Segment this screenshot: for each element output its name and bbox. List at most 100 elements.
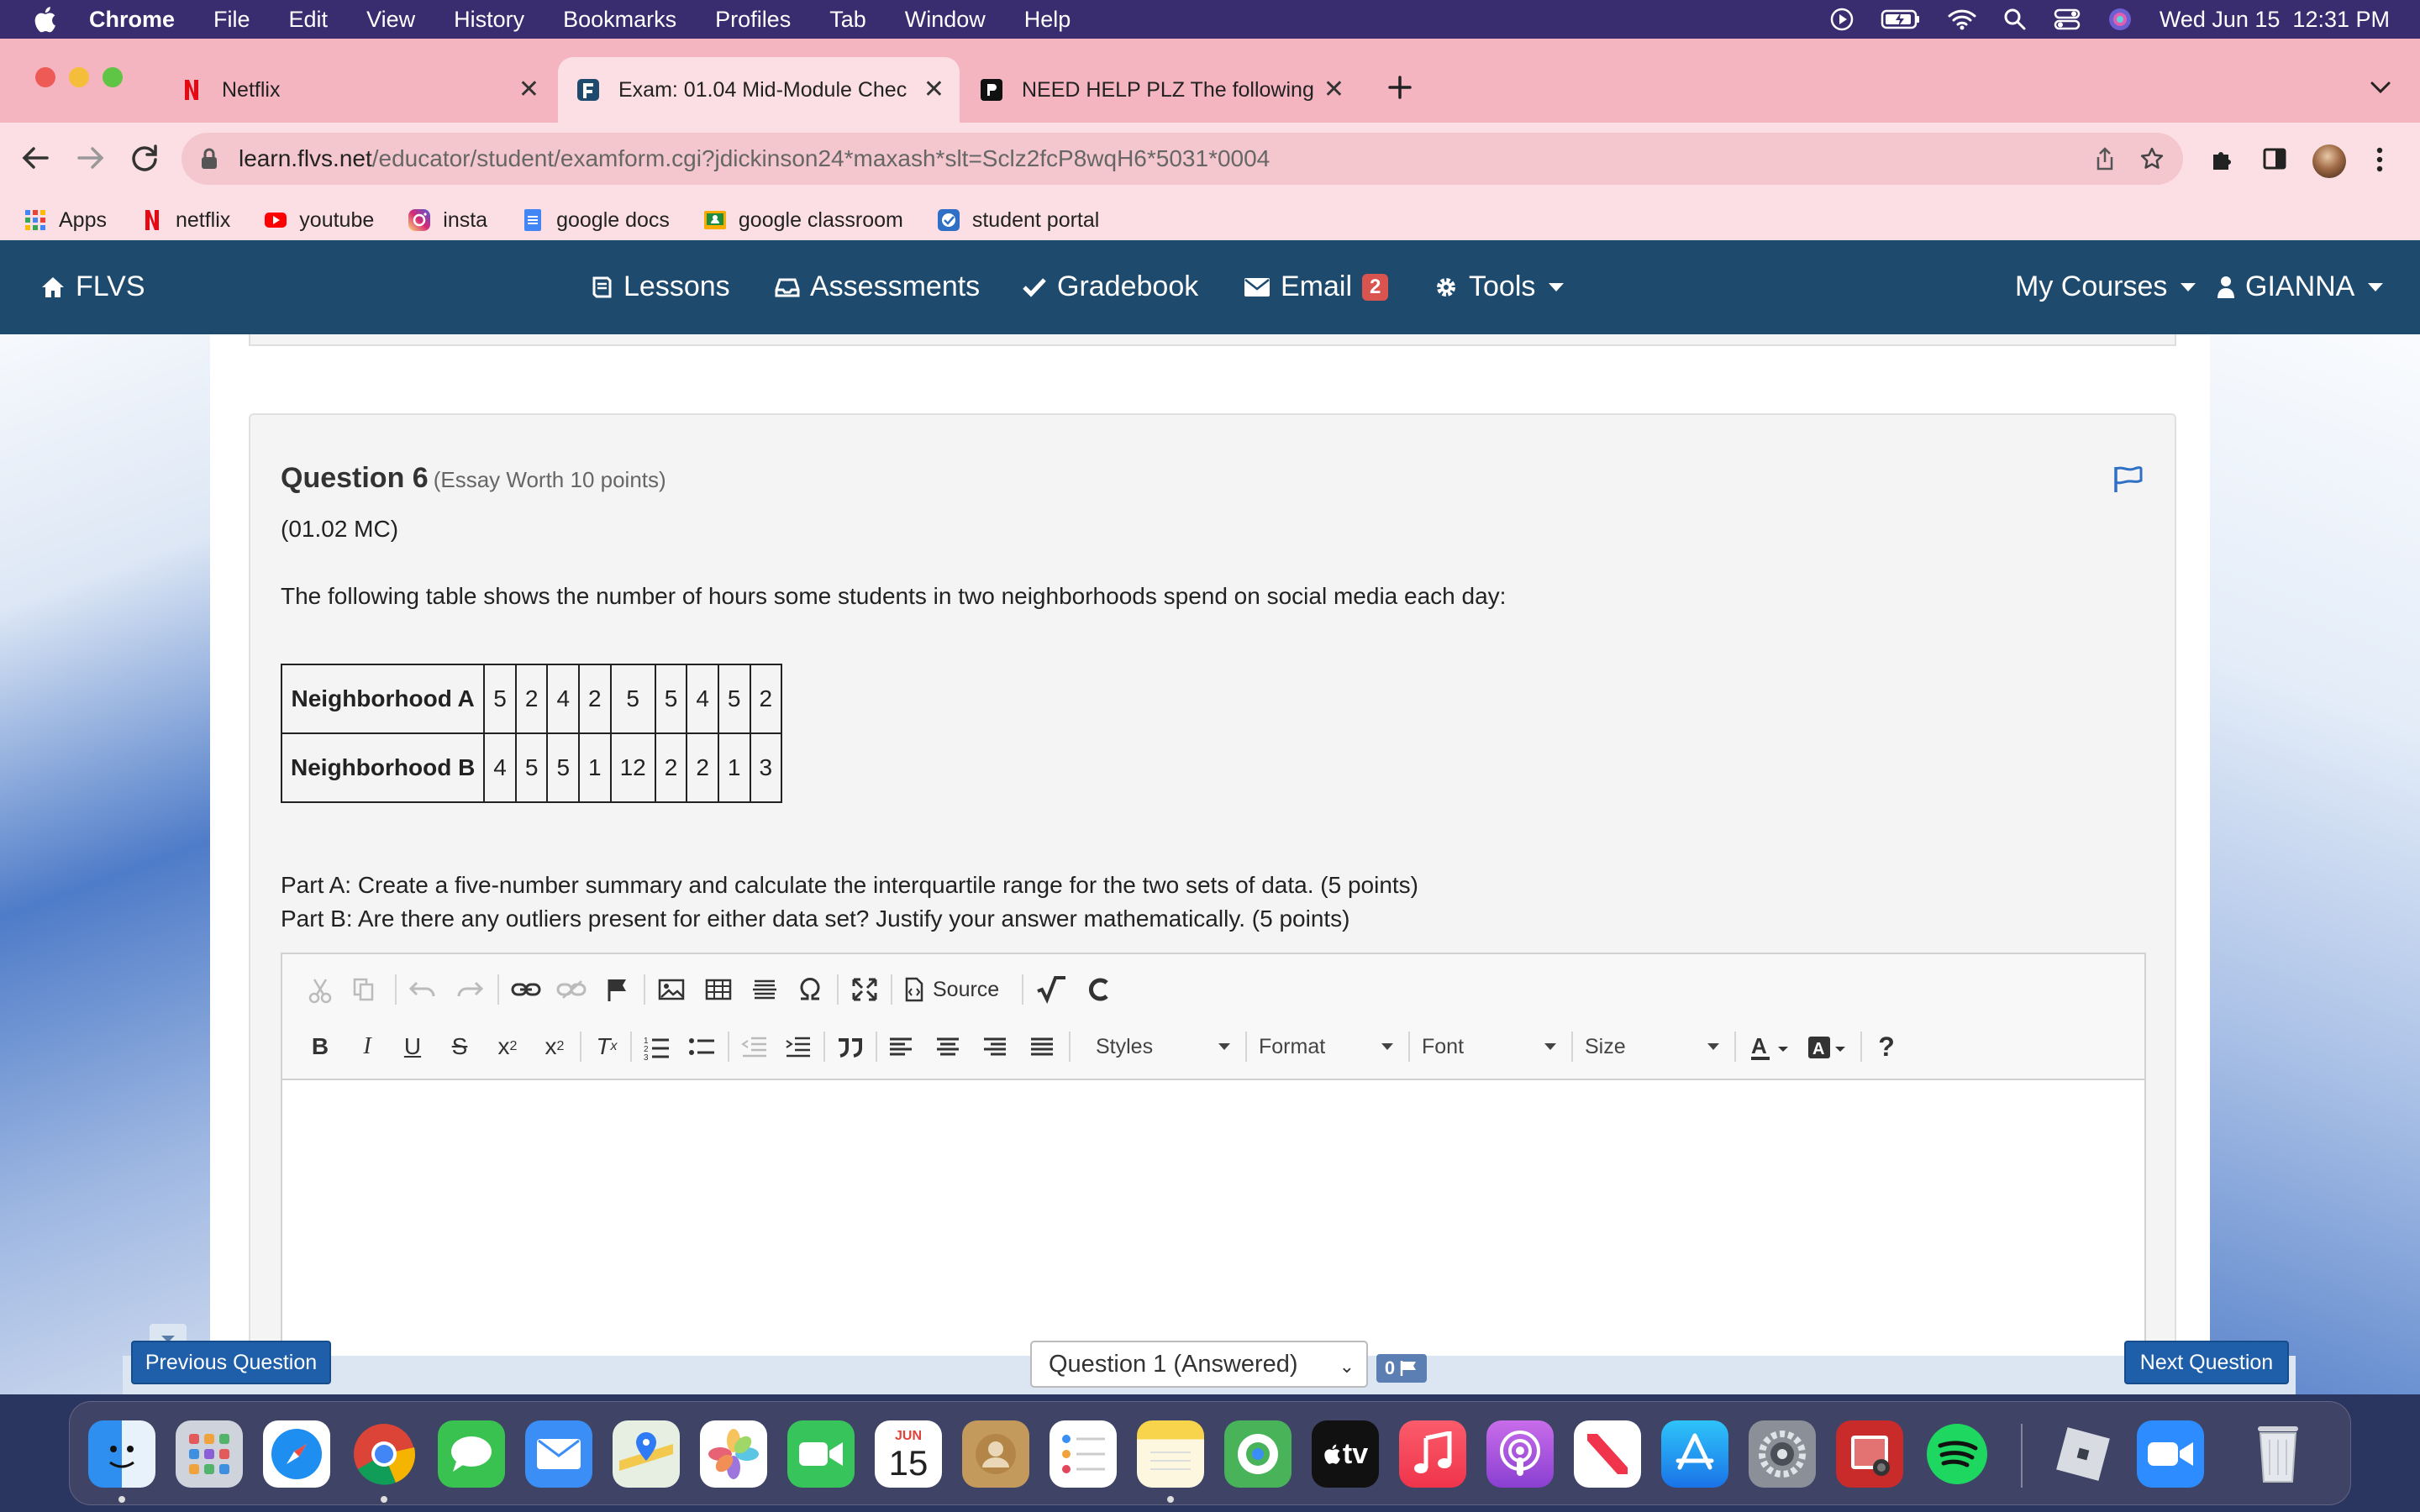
question-select[interactable]: Question 1 (Answered) ⌄ [1030, 1341, 1368, 1388]
subscript-button[interactable]: x2 [492, 1028, 523, 1065]
menubar-clock[interactable]: Wed Jun 15 12:31 PM [2160, 7, 2390, 33]
menu-app-name[interactable]: Chrome [89, 7, 175, 33]
calendar-icon[interactable]: JUN 15 [875, 1420, 942, 1488]
forward-arrow-icon[interactable] [74, 139, 108, 176]
menu-view[interactable]: View [366, 7, 415, 33]
new-tab-plus-icon[interactable] [1386, 74, 1413, 101]
maps-icon[interactable] [613, 1420, 680, 1488]
system-preferences-icon[interactable] [1749, 1420, 1816, 1488]
media-play-icon[interactable] [1830, 8, 1854, 31]
flag-count-badge[interactable]: 0 [1376, 1354, 1427, 1383]
nav-assessments[interactable]: Assessments [775, 270, 980, 303]
apple-icon[interactable] [32, 5, 57, 34]
undo-icon[interactable] [408, 971, 437, 1008]
facetime-icon[interactable] [787, 1420, 855, 1488]
superscript-button[interactable]: x2 [539, 1028, 570, 1065]
back-arrow-icon[interactable] [18, 139, 52, 176]
bookmark-star-icon[interactable] [2139, 146, 2165, 171]
contacts-icon[interactable] [962, 1420, 1029, 1488]
blockquote-icon[interactable] [835, 1028, 864, 1065]
align-left-icon[interactable] [887, 1028, 914, 1065]
italic-button[interactable]: I [355, 1028, 380, 1065]
horizontal-rule-icon[interactable] [751, 971, 778, 1008]
chrome-menu-icon[interactable] [2375, 146, 2385, 173]
help-button[interactable]: ? [1874, 1028, 1899, 1065]
nav-tools[interactable]: Tools [1434, 270, 1565, 303]
chemistry-editor-icon[interactable] [1084, 971, 1113, 1008]
tab-close-icon[interactable]: ✕ [518, 77, 539, 102]
math-equation-icon[interactable] [1035, 971, 1067, 1008]
menu-help[interactable]: Help [1024, 7, 1071, 33]
photos-icon[interactable] [700, 1420, 767, 1488]
safari-icon[interactable] [263, 1420, 330, 1488]
next-question-button[interactable]: Next Question [2124, 1341, 2289, 1384]
zoom-icon[interactable] [2137, 1420, 2204, 1488]
background-color-button[interactable]: A [1807, 1028, 1852, 1065]
copy-icon[interactable] [351, 971, 376, 1008]
window-zoom-button[interactable] [103, 67, 123, 87]
indent-icon[interactable] [783, 1028, 812, 1065]
extensions-puzzle-icon[interactable] [2208, 146, 2235, 173]
side-panel-icon[interactable] [2262, 146, 2287, 171]
siri-icon[interactable] [2107, 7, 2133, 32]
finder-icon[interactable] [88, 1420, 155, 1488]
find-my-icon[interactable] [1224, 1420, 1292, 1488]
lock-icon[interactable] [200, 148, 218, 170]
table-icon[interactable] [704, 971, 733, 1008]
align-center-icon[interactable] [934, 1028, 961, 1065]
music-icon[interactable] [1399, 1420, 1466, 1488]
notes-icon[interactable] [1137, 1420, 1204, 1488]
roblox-icon[interactable] [2049, 1420, 2117, 1488]
address-bar[interactable]: learn.flvs.net/educator/student/examform… [182, 133, 2183, 185]
cut-icon[interactable] [308, 971, 333, 1008]
window-close-button[interactable] [35, 67, 55, 87]
special-character-omega-icon[interactable] [797, 971, 823, 1008]
trash-icon[interactable] [2244, 1420, 2312, 1488]
text-color-button[interactable]: A [1749, 1028, 1795, 1065]
previous-question-button[interactable]: Previous Question [131, 1341, 331, 1384]
maximize-icon[interactable] [850, 971, 879, 1008]
chrome-icon[interactable] [350, 1420, 418, 1488]
align-right-icon[interactable] [981, 1028, 1008, 1065]
bookmark-apps[interactable]: Apps [24, 208, 107, 233]
share-icon[interactable] [2094, 146, 2116, 171]
tab-netflix[interactable]: Netflix ✕ [165, 57, 555, 123]
tab-close-icon[interactable]: ✕ [1323, 77, 1344, 102]
bookmark-netflix[interactable]: netflix [140, 208, 230, 233]
reminders-icon[interactable] [1050, 1420, 1117, 1488]
source-button[interactable]: Source [904, 971, 999, 1008]
nav-email[interactable]: Email 2 [1244, 270, 1389, 303]
mail-icon[interactable] [525, 1420, 592, 1488]
menu-edit[interactable]: Edit [289, 7, 329, 33]
outdent-icon[interactable] [739, 1028, 768, 1065]
flvs-home-link[interactable]: FLVS [40, 270, 145, 303]
bookmark-insta[interactable]: insta [408, 208, 487, 233]
url-text[interactable]: learn.flvs.net/educator/student/examform… [239, 145, 1270, 172]
strikethrough-button[interactable]: S [447, 1028, 472, 1065]
nav-my-courses[interactable]: My Courses [2015, 270, 2196, 303]
bookmark-youtube[interactable]: youtube [264, 208, 374, 233]
profile-avatar[interactable] [2312, 144, 2346, 178]
flag-question-icon[interactable] [2112, 465, 2144, 494]
underline-button[interactable]: U [400, 1028, 425, 1065]
nav-user-menu[interactable]: GIANNA [2217, 270, 2384, 303]
format-dropdown[interactable]: Format [1259, 1028, 1393, 1065]
font-dropdown[interactable]: Font [1422, 1028, 1556, 1065]
battery-icon[interactable] [1881, 8, 1921, 30]
remove-format-button[interactable]: Tx [592, 1028, 622, 1065]
redo-icon[interactable] [455, 971, 484, 1008]
apple-tv-icon[interactable]: tv [1312, 1420, 1379, 1488]
styles-dropdown[interactable]: Styles [1096, 1028, 1230, 1065]
bold-button[interactable]: B [308, 1028, 333, 1065]
nav-lessons[interactable]: Lessons [590, 270, 730, 303]
size-dropdown[interactable]: Size [1585, 1028, 1719, 1065]
bookmark-student-portal[interactable]: student portal [937, 208, 1099, 233]
numbered-list-icon[interactable]: 123 [642, 1028, 671, 1065]
tab-close-icon[interactable]: ✕ [923, 77, 944, 102]
menu-bookmarks[interactable]: Bookmarks [563, 7, 676, 33]
menu-profiles[interactable]: Profiles [715, 7, 791, 33]
podcasts-icon[interactable] [1486, 1420, 1554, 1488]
tab-brainly[interactable]: NEED HELP PLZ The following ✕ [963, 57, 1360, 123]
anchor-flag-icon[interactable] [605, 971, 630, 1008]
tab-search-chevron-icon[interactable] [2370, 79, 2391, 96]
